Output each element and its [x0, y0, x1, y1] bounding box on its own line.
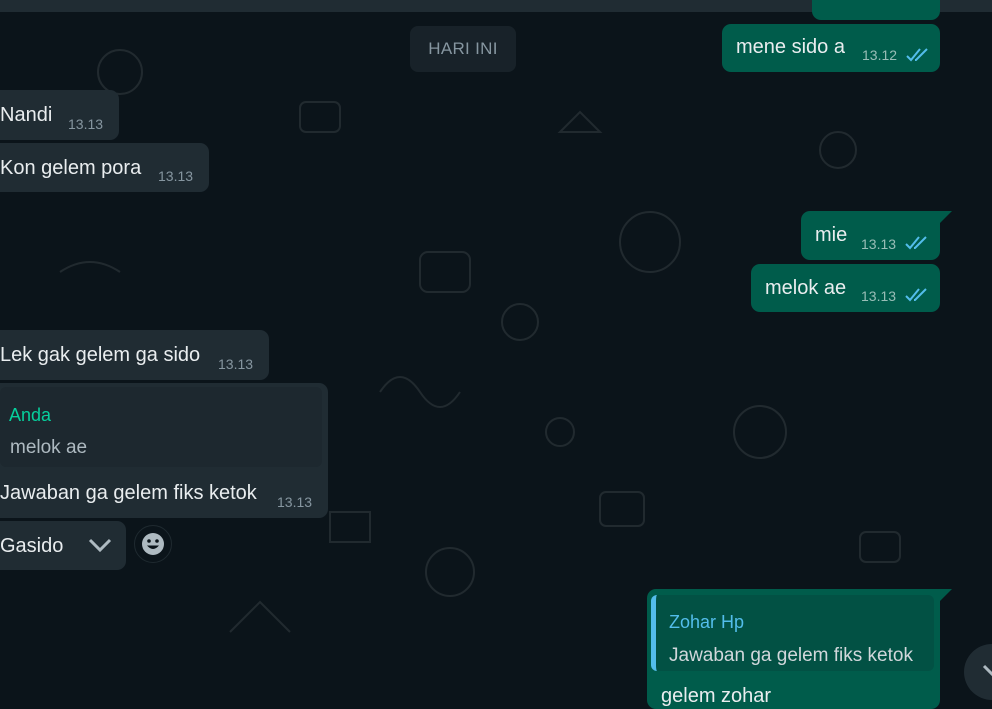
- smiley-icon: [142, 533, 164, 555]
- message-bubble-outgoing[interactable]: mie 13.13: [801, 211, 940, 260]
- message-time: 13.12: [862, 47, 898, 63]
- message-time: 13.13: [158, 168, 194, 184]
- message-bubble-outgoing-reply[interactable]: Zohar Hp Jawaban ga gelem fiks ketok gel…: [647, 589, 940, 709]
- quoted-message[interactable]: Anda melok ae: [0, 387, 322, 467]
- scroll-to-bottom-button[interactable]: [964, 644, 992, 700]
- message-text: Lek gak gelem ga sido: [0, 344, 201, 366]
- message-text: gelem zohar: [661, 685, 772, 707]
- message-time: 13.13: [861, 236, 897, 252]
- bubble-tail: [940, 211, 952, 223]
- double-check-icon: [906, 48, 928, 62]
- double-check-icon: [905, 236, 927, 250]
- message-text: Nandi: [0, 104, 53, 126]
- message-bubble-outgoing[interactable]: mene sido a 13.12: [722, 24, 940, 72]
- message-bubble-outgoing[interactable]: melok ae 13.13: [751, 264, 940, 312]
- message-text: Jawaban ga gelem fiks ketok: [0, 482, 257, 504]
- quote-text: Jawaban ga gelem fiks ketok: [669, 645, 913, 666]
- chevron-down-icon: [982, 664, 992, 677]
- message-text: mie: [815, 224, 848, 246]
- quote-text: melok ae: [10, 437, 88, 458]
- message-text: Kon gelem pora: [0, 157, 142, 179]
- message-text: melok ae: [765, 277, 847, 299]
- message-bubble-incoming[interactable]: Gasido: [0, 521, 126, 570]
- message-time: 13.13: [218, 356, 254, 372]
- message-time: 13.13: [277, 494, 313, 510]
- quoted-message[interactable]: Zohar Hp Jawaban ga gelem fiks ketok: [651, 595, 934, 671]
- bubble-tail: [940, 589, 952, 601]
- chevron-down-icon[interactable]: [86, 534, 114, 556]
- message-time: 13.13: [68, 116, 104, 132]
- message-bubble-incoming[interactable]: Kon gelem pora 13.13: [0, 143, 209, 192]
- message-time: 13.13: [861, 288, 897, 304]
- message-bubble-incoming[interactable]: Lek gak gelem ga sido 13.13: [0, 330, 269, 380]
- message-text: mene sido a: [736, 36, 845, 58]
- quote-author: Anda: [9, 405, 52, 425]
- double-check-icon: [905, 288, 927, 302]
- message-text: Gasido: [0, 535, 64, 557]
- message-bubble-incoming[interactable]: Nandi 13.13: [0, 90, 119, 140]
- reaction-button[interactable]: [134, 525, 172, 563]
- date-divider: HARI INI: [410, 26, 516, 72]
- message-bubble-incoming-reply[interactable]: Anda melok ae Jawaban ga gelem fiks keto…: [0, 383, 328, 518]
- message-bubble-outgoing-partial: [812, 0, 940, 20]
- quote-author: Zohar Hp: [669, 612, 745, 632]
